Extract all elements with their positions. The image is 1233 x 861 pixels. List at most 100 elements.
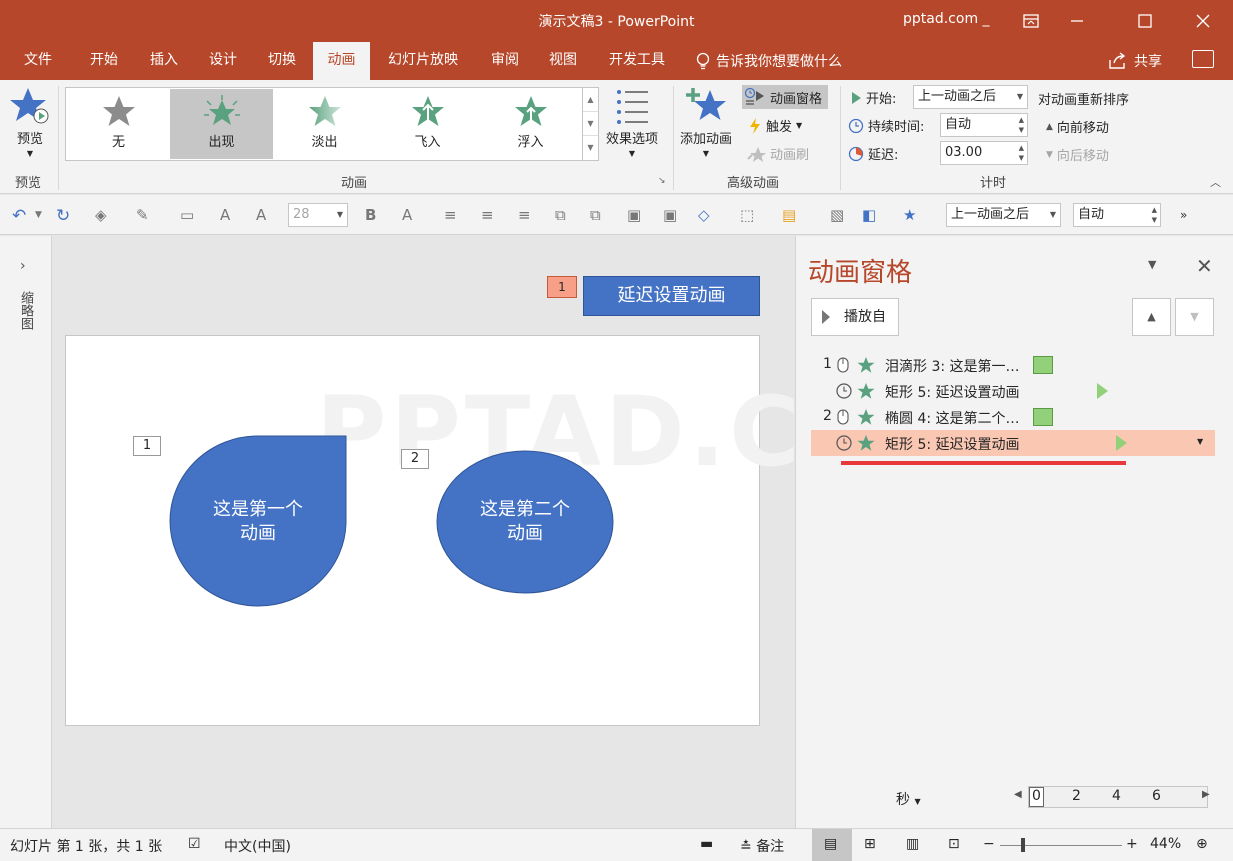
gallery-item-none[interactable]: 无 [67, 89, 170, 159]
group-icon[interactable]: ⧉ [555, 206, 566, 224]
timeline-left-icon[interactable]: ◀ [1014, 789, 1022, 800]
gallery-scrollbar[interactable]: ▲ ▼ ▼ [583, 87, 599, 161]
redo-icon[interactable]: ↻ [56, 206, 70, 226]
chevron-down-icon[interactable]: ▼ [35, 210, 42, 220]
pen-icon[interactable]: ✎ [136, 206, 149, 224]
close-button[interactable] [1180, 0, 1226, 42]
dialog-launcher-icon[interactable]: ↘ [658, 176, 666, 186]
collapse-ribbon-icon[interactable]: ︿ [1210, 174, 1221, 190]
tab-slideshow[interactable]: 幻灯片放映 [378, 42, 468, 80]
gallery-scroll-up-icon[interactable]: ▲ [583, 88, 598, 112]
font-grow-icon[interactable]: A [220, 206, 230, 224]
language[interactable]: 中文(中国) [224, 836, 291, 856]
spin-up-icon[interactable]: ▲ [1152, 206, 1157, 215]
send-backward-icon[interactable]: ▣ [663, 206, 677, 224]
view-icon[interactable]: ◧ [862, 206, 876, 224]
spin-up-icon[interactable]: ▲ [1019, 144, 1024, 153]
animation-row[interactable]: 矩形 5: 延迟设置动画 [811, 378, 1215, 404]
minimize-button[interactable] [1054, 0, 1100, 42]
seconds-dropdown[interactable]: 秒 ▼ [896, 789, 921, 809]
spellcheck-icon[interactable]: ☑ [188, 836, 201, 852]
spin-down-icon[interactable]: ▼ [1019, 154, 1024, 163]
effect-options-button[interactable]: 效果选项 ▼ [606, 86, 658, 158]
undo-icon[interactable]: ↶ [12, 206, 26, 226]
zoom-out-icon[interactable]: − [983, 836, 995, 852]
account-name[interactable]: pptad.com _ [903, 11, 990, 27]
trigger-shape-button[interactable]: 延迟设置动画 [583, 276, 760, 316]
slide-canvas[interactable]: PPTAD.COM 1 这是第一个 动画 2 这是第二个 动画 [65, 335, 985, 726]
bring-forward-icon[interactable]: ▣ [627, 206, 641, 224]
font-shrink-icon[interactable]: A [256, 206, 266, 224]
select-icon[interactable]: ⬚ [740, 206, 754, 224]
share-button[interactable]: 共享 [1108, 51, 1162, 71]
tab-home[interactable]: 开始 [78, 42, 130, 80]
duration-spinner[interactable]: 自动 ▲ ▼ [940, 113, 1028, 137]
shapes-icon[interactable]: ◇ [698, 206, 710, 224]
timeline-ruler[interactable]: ◀ 0 2 4 6 ▶ [1014, 786, 1214, 810]
gallery-item-float-in[interactable]: 浮入 [479, 89, 582, 159]
fit-slide-icon[interactable]: ⊕ [1196, 836, 1208, 852]
tab-insert[interactable]: 插入 [138, 42, 190, 80]
play-from-button[interactable]: 播放自 [811, 298, 899, 336]
tab-design[interactable]: 设计 [197, 42, 249, 80]
bold-icon[interactable]: B [365, 206, 376, 224]
move-up-button[interactable]: ▲ [1132, 298, 1171, 336]
slide-sorter-icon[interactable]: ⊞ [864, 836, 876, 852]
move-down-button[interactable]: ▼ [1175, 298, 1214, 336]
spin-down-icon[interactable]: ▼ [1019, 126, 1024, 135]
expand-chevron-icon[interactable]: › [20, 258, 26, 274]
maximize-button[interactable] [1122, 0, 1168, 42]
tab-transitions[interactable]: 切换 [256, 42, 308, 80]
add-animation-button[interactable]: 添加动画 ▼ [680, 86, 732, 158]
zoom-in-icon[interactable]: + [1126, 836, 1138, 852]
comment-icon[interactable] [1192, 50, 1214, 68]
move-earlier-button[interactable]: ▲ 向前移动 [1046, 117, 1109, 136]
quick-duration-spinner[interactable]: 自动 ▲ ▼ [1073, 203, 1161, 227]
textbox-icon[interactable]: ▭ [180, 206, 194, 224]
tab-review[interactable]: 审阅 [479, 42, 531, 80]
animation-row[interactable]: 2 椭圆 4: 这是第二个… [811, 404, 1215, 430]
zoom-level[interactable]: 44% [1150, 836, 1181, 852]
ribbon-display-icon[interactable] [1008, 0, 1054, 42]
align-right-icon[interactable]: ≡ [518, 206, 531, 224]
gallery-item-appear[interactable]: 出现 [170, 89, 273, 159]
format-painter-icon[interactable]: ▧ [830, 206, 844, 224]
animation-painter-button[interactable]: 动画刷 [746, 144, 809, 163]
animation-pane-button[interactable]: 动画窗格 [742, 85, 829, 109]
slideshow-view-icon[interactable]: ⊡ [948, 836, 960, 852]
timeline-right-icon[interactable]: ▶ [1202, 789, 1210, 800]
animation-row-selected[interactable]: 矩形 5: 延迟设置动画 ▼ [811, 430, 1215, 456]
zoom-slider-thumb[interactable] [1021, 838, 1025, 852]
move-later-button[interactable]: ▼ 向后移动 [1046, 145, 1109, 164]
spin-up-icon[interactable]: ▲ [1019, 116, 1024, 125]
font-size-combo[interactable]: 28 ▼ [288, 203, 348, 227]
animation-row[interactable]: 1 泪滴形 3: 这是第一… [811, 352, 1215, 378]
ungroup-icon[interactable]: ⧉ [590, 206, 601, 224]
font-color-icon[interactable]: A [402, 206, 412, 224]
preview-button[interactable]: 预览 ▼ [10, 86, 50, 158]
add-animation-icon[interactable]: ★ [903, 206, 916, 224]
start-combo[interactable]: 上一动画之后 ▼ [913, 85, 1028, 109]
gallery-scroll-down-icon[interactable]: ▼ [583, 112, 598, 136]
arrange-icon[interactable]: ▤ [782, 206, 796, 224]
pane-close-icon[interactable]: ✕ [1196, 254, 1213, 278]
tab-developer[interactable]: 开发工具 [598, 42, 676, 80]
overflow-icon[interactable]: » [1180, 208, 1187, 222]
gallery-more-icon[interactable]: ▼ [583, 136, 598, 160]
tab-file[interactable]: 文件 [12, 42, 64, 80]
gallery-item-fly-in[interactable]: 飞入 [376, 89, 479, 159]
align-center-icon[interactable]: ≡ [481, 206, 494, 224]
thumbnail-label[interactable]: 缩略图 [16, 291, 35, 330]
pane-options-chevron-icon[interactable]: ▼ [1148, 258, 1156, 271]
spin-down-icon[interactable]: ▼ [1152, 216, 1157, 225]
tab-animations[interactable]: 动画 [313, 42, 370, 80]
notes-toggle-icon[interactable]: ▬ [700, 836, 713, 852]
reading-view-icon[interactable]: ▥ [906, 836, 919, 852]
zoom-slider-track[interactable] [1000, 845, 1122, 846]
quick-start-combo[interactable]: 上一动画之后 ▼ [946, 203, 1061, 227]
align-left-icon[interactable]: ≡ [444, 206, 457, 224]
trigger-button[interactable]: 触发 ▼ [748, 116, 802, 135]
notes-button[interactable]: ≛ 备注 [740, 836, 784, 856]
gallery-item-fade[interactable]: 淡出 [273, 89, 376, 159]
delay-spinner[interactable]: 03.00 ▲ ▼ [940, 141, 1028, 165]
